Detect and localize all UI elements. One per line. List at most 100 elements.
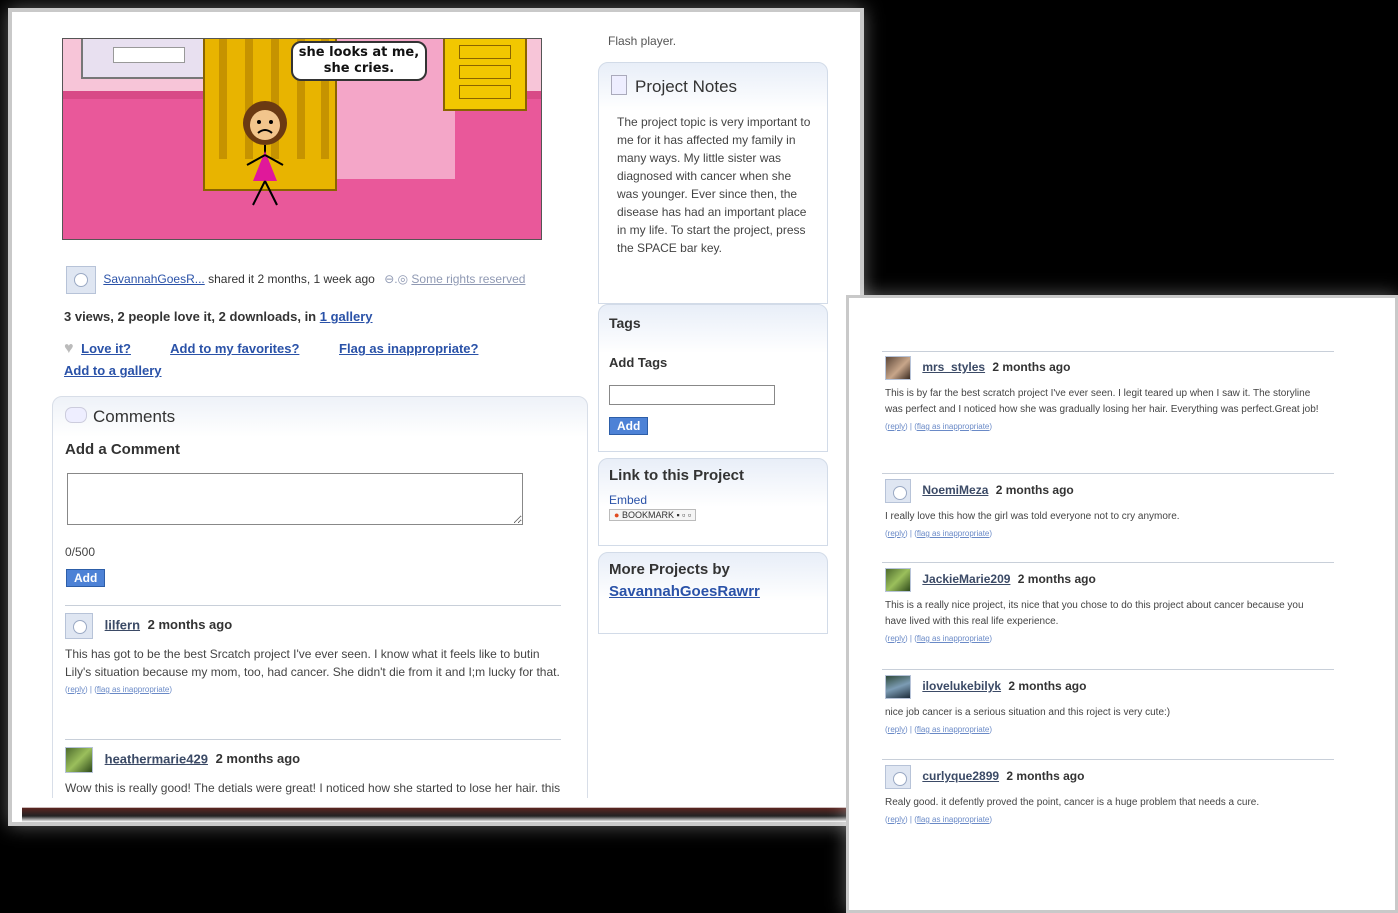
commenter-avatar[interactable] (885, 356, 911, 380)
flag-comment-link[interactable]: flag as inappropriate (917, 634, 990, 643)
flag-comment-link[interactable]: flag as inappropriate (917, 725, 990, 734)
more-projects-user-link[interactable]: SavannahGoesRawrr (609, 583, 760, 600)
add-favorites-link[interactable]: Add to my favorites? (170, 341, 299, 356)
comment-time: 2 months ago (215, 751, 301, 767)
flash-player-note: Flash player. (608, 34, 677, 48)
commenter-name[interactable]: curlyque2899 (922, 769, 999, 783)
commenter-avatar[interactable] (65, 613, 93, 639)
project-notes-text: The project topic is very important to m… (617, 115, 811, 255)
reply-link[interactable]: reply (888, 529, 905, 538)
comment-item: curlyque2899 2 months ago Realy good. it… (885, 765, 1325, 824)
character-counter: 0/500 (65, 545, 96, 559)
project-player-stage[interactable]: she looks at me, she cries. (62, 38, 542, 240)
flag-comment-link[interactable]: flag as inappropriate (917, 815, 990, 824)
comment-time: 2 months ago (1017, 572, 1096, 587)
comment-links: (reply) | (flag as inappropriate) (65, 685, 173, 694)
rights-link[interactable]: Some rights reserved (411, 272, 525, 286)
comment-item: lilfern 2 months ago This has got to be … (65, 613, 561, 694)
flag-comment-link[interactable]: flag as inappropriate (97, 685, 170, 694)
comments-title: Comments (93, 407, 176, 426)
comment-time: 2 months ago (1006, 769, 1085, 784)
more-comments-screenshot: mrs_styles 2 months ago This is by far t… (846, 295, 1398, 913)
comment-meta: lilfern 2 months ago (65, 613, 561, 639)
commenter-name[interactable]: heathermarie429 (105, 751, 208, 766)
reply-link[interactable]: reply (68, 685, 85, 694)
comment-body: I really love this how the girl was told… (885, 511, 1180, 522)
commenter-name[interactable]: lilfern (105, 617, 140, 632)
commenter-avatar[interactable] (885, 568, 911, 592)
gallery-count-link[interactable]: 1 gallery (320, 309, 373, 324)
comment-divider (882, 759, 1334, 760)
commenter-name[interactable]: JackieMarie209 (922, 572, 1010, 586)
comment-time: 2 months ago (992, 360, 1071, 375)
comment-divider (882, 473, 1334, 474)
love-it-link[interactable]: Love it? (81, 341, 131, 356)
flag-comment-link[interactable]: flag as inappropriate (917, 422, 990, 431)
bookmark-button[interactable]: ● BOOKMARK ▪ ▫ ▫ (609, 509, 697, 521)
comment-body: This is a really nice project, its nice … (885, 600, 1304, 627)
comment-item: mrs_styles 2 months ago This is by far t… (885, 356, 1325, 431)
comments-header: Comments (65, 407, 175, 427)
stage-right-dresser (443, 39, 527, 111)
stats-text: 3 views, 2 people love it, 2 downloads, … (64, 309, 317, 324)
add-tags-label: Add Tags (609, 355, 668, 370)
flag-comment-link[interactable]: flag as inappropriate (917, 529, 990, 538)
comment-links: (reply) | (flag as inappropriate) (885, 725, 993, 734)
comment-item: ilovelukebilyk 2 months ago nice job can… (885, 675, 1325, 734)
comment-divider (882, 562, 1334, 563)
embed-link[interactable]: Embed (609, 493, 647, 507)
comment-time: 2 months ago (1008, 679, 1087, 694)
page-bottom-strip (22, 798, 860, 822)
reply-link[interactable]: reply (888, 815, 905, 824)
stage-left-dresser (81, 39, 215, 79)
comment-item: NoemiMeza 2 months ago I really love thi… (885, 479, 1325, 538)
comment-body: nice job cancer is a serious situation a… (885, 707, 1171, 718)
comment-textarea[interactable] (67, 473, 523, 525)
flag-inappropriate-link[interactable]: Flag as inappropriate? (339, 341, 478, 356)
project-page-screenshot: she looks at me, she cries. SavannahGoes… (8, 8, 864, 826)
notes-page-icon (611, 75, 627, 95)
link-to-project-box: Link to this Project Embed ● BOOKMARK ▪ … (598, 458, 828, 546)
shared-text: shared it 2 months, 1 week ago (208, 272, 375, 287)
comment-divider (65, 739, 561, 740)
project-notes-header: Project Notes (611, 75, 737, 97)
heart-icon[interactable]: ♥ (64, 340, 74, 358)
reply-link[interactable]: reply (888, 725, 905, 734)
comment-links: (reply) | (flag as inappropriate) (885, 422, 993, 431)
speech-line-2: she cries. (323, 61, 395, 76)
crying-girl-sprite (243, 101, 287, 206)
add-tag-button[interactable]: Add (609, 417, 649, 435)
reply-link[interactable]: reply (888, 634, 905, 643)
tag-input[interactable] (609, 385, 775, 405)
commenter-avatar[interactable] (885, 765, 911, 789)
project-notes-title: Project Notes (635, 77, 738, 96)
comment-time: 2 months ago (995, 483, 1074, 498)
add-gallery-row: Add to a gallery (64, 363, 162, 378)
link-title: Link to this Project (609, 467, 745, 484)
comment-time: 2 months ago (147, 617, 233, 633)
more-projects-title: More Projects by (609, 561, 730, 578)
comment-divider (882, 669, 1334, 670)
bookmark-icon: ● (614, 510, 620, 520)
commenter-avatar[interactable] (65, 747, 93, 773)
more-projects-box: More Projects by SavannahGoesRawrr (598, 552, 828, 634)
commenter-name[interactable]: NoemiMeza (922, 483, 988, 497)
comment-divider (882, 351, 1334, 352)
comment-divider (65, 605, 561, 606)
add-comment-button[interactable]: Add (66, 569, 106, 587)
speech-line-1: she looks at me, (298, 45, 420, 60)
commenter-name[interactable]: ilovelukebilyk (922, 679, 1001, 693)
comment-item: JackieMarie209 2 months ago This is a re… (885, 568, 1325, 643)
creator-avatar[interactable] (66, 266, 96, 294)
add-to-gallery-link[interactable]: Add to a gallery (64, 363, 162, 378)
speech-bubble-icon (65, 407, 87, 423)
comments-section: Comments Add a Comment 0/500 Add lilfern… (52, 396, 588, 818)
tags-box: Tags Add Tags Add (598, 304, 828, 452)
tags-title: Tags (609, 315, 641, 331)
commenter-name[interactable]: mrs_styles (922, 360, 985, 374)
reply-link[interactable]: reply (888, 422, 905, 431)
comment-body: Realy good. it defently proved the point… (885, 797, 1260, 808)
creator-link[interactable]: SavannahGoesR... (103, 272, 204, 286)
commenter-avatar[interactable] (885, 675, 911, 699)
commenter-avatar[interactable] (885, 479, 911, 503)
